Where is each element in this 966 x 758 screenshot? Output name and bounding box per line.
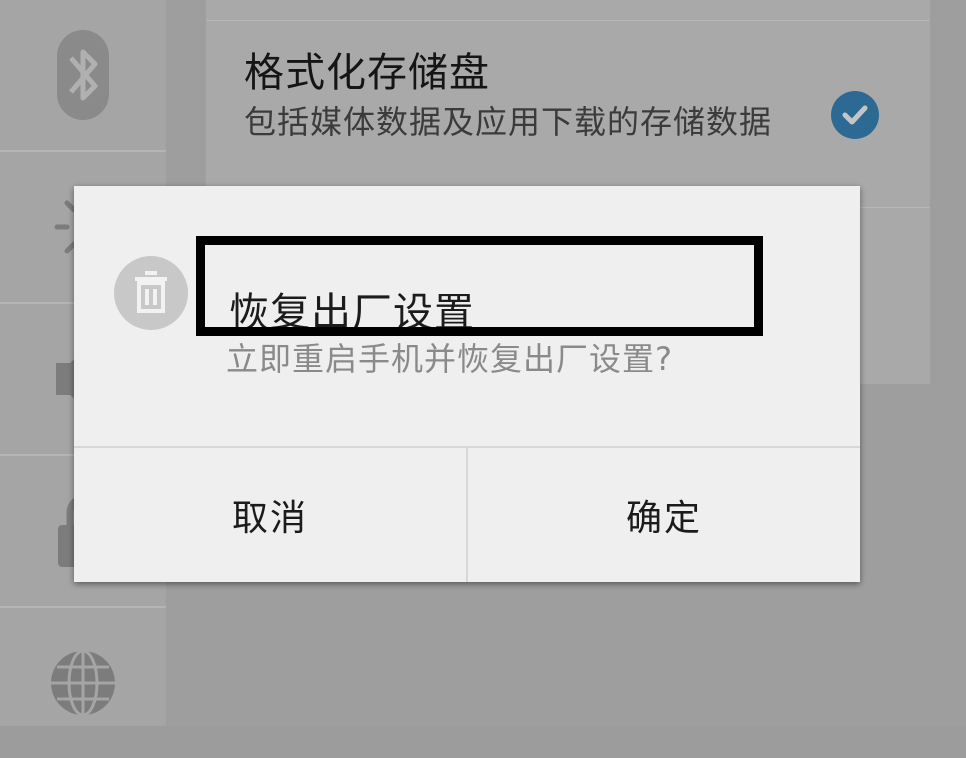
trash-icon bbox=[135, 271, 167, 313]
factory-reset-dialog: 恢复出厂设置 立即重启手机并恢复出厂设置? 取消 确定 bbox=[74, 186, 860, 582]
globe-icon bbox=[51, 649, 115, 717]
cancel-button[interactable]: 取消 bbox=[74, 448, 466, 582]
format-storage-title: 格式化存储盘 bbox=[244, 50, 490, 96]
dialog-icon bbox=[114, 256, 188, 330]
check-icon bbox=[842, 105, 868, 125]
format-storage-checkbox[interactable] bbox=[831, 91, 879, 139]
sidebar-item-bluetooth[interactable] bbox=[0, 0, 166, 152]
format-storage-description: 包括媒体数据及应用下载的存储数据 bbox=[244, 103, 773, 141]
dialog-message: 立即重启手机并恢复出厂设置? bbox=[226, 340, 673, 378]
sidebar-item-language[interactable] bbox=[0, 608, 166, 758]
divider bbox=[206, 20, 930, 21]
bluetooth-icon bbox=[57, 30, 109, 120]
confirm-button[interactable]: 确定 bbox=[468, 448, 860, 582]
title-highlight-box bbox=[196, 236, 763, 336]
